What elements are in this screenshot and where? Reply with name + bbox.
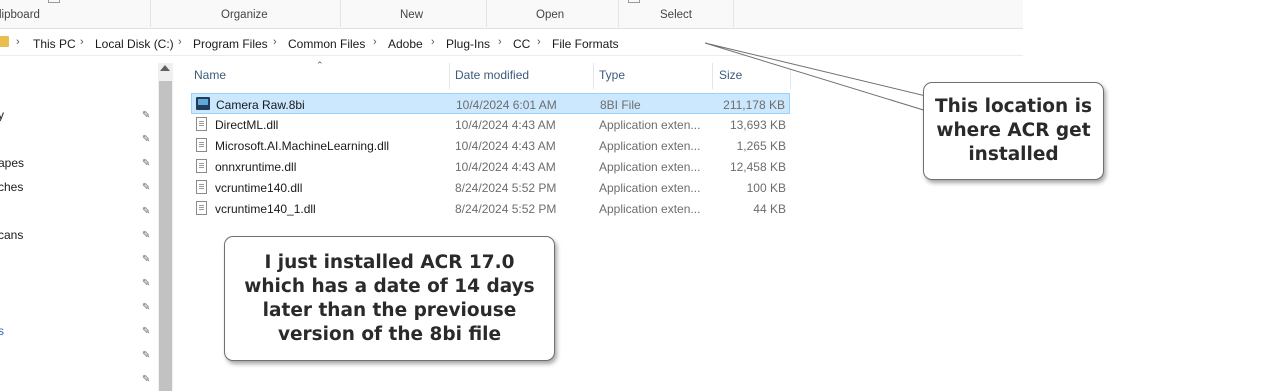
callout-location: This location is where ACR get installed <box>923 82 1104 180</box>
callout-pointer <box>704 42 931 113</box>
callout-installed: I just installed ACR 17.0 which has a da… <box>224 236 555 361</box>
